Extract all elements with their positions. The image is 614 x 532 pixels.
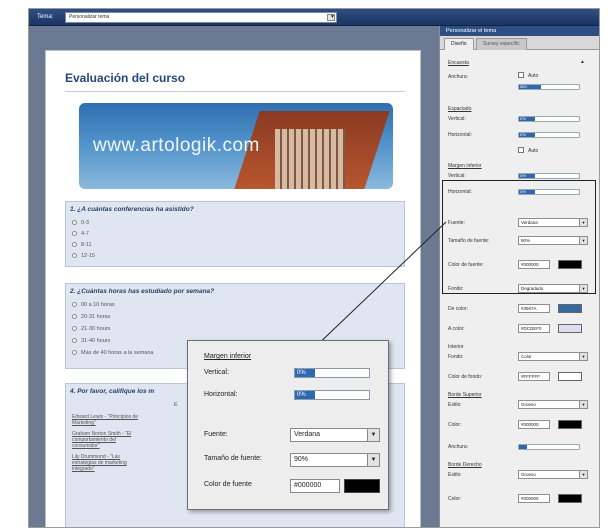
zoom-fuente-label: Fuente:	[204, 431, 228, 438]
zoom-color-swatch[interactable]	[344, 479, 380, 493]
zoom-tamano-label: Tamaño de fuente:	[204, 455, 262, 462]
zoom-fuente-select[interactable]: Verdana ▼	[290, 428, 380, 442]
zoom-callout: Margen inferior Vertical: 0% Horizontal:…	[187, 340, 389, 510]
zoom-color-fuente-label: Color de fuente	[204, 481, 252, 488]
chevron-down-icon[interactable]: ▼	[367, 429, 379, 441]
zoom-horizontal-slider[interactable]: 0%	[294, 390, 370, 400]
zoom-vertical-label: Vertical:	[204, 369, 229, 376]
zoom-vertical-slider[interactable]: 0%	[294, 368, 370, 378]
chevron-down-icon[interactable]: ▼	[367, 454, 379, 466]
zoom-horizontal-label: Horizontal:	[204, 391, 238, 398]
zoom-margen-label: Margen inferior	[204, 353, 252, 360]
zoom-tamano-select[interactable]: 90% ▼	[290, 453, 380, 467]
zoom-color-field[interactable]: #000000	[290, 479, 340, 493]
